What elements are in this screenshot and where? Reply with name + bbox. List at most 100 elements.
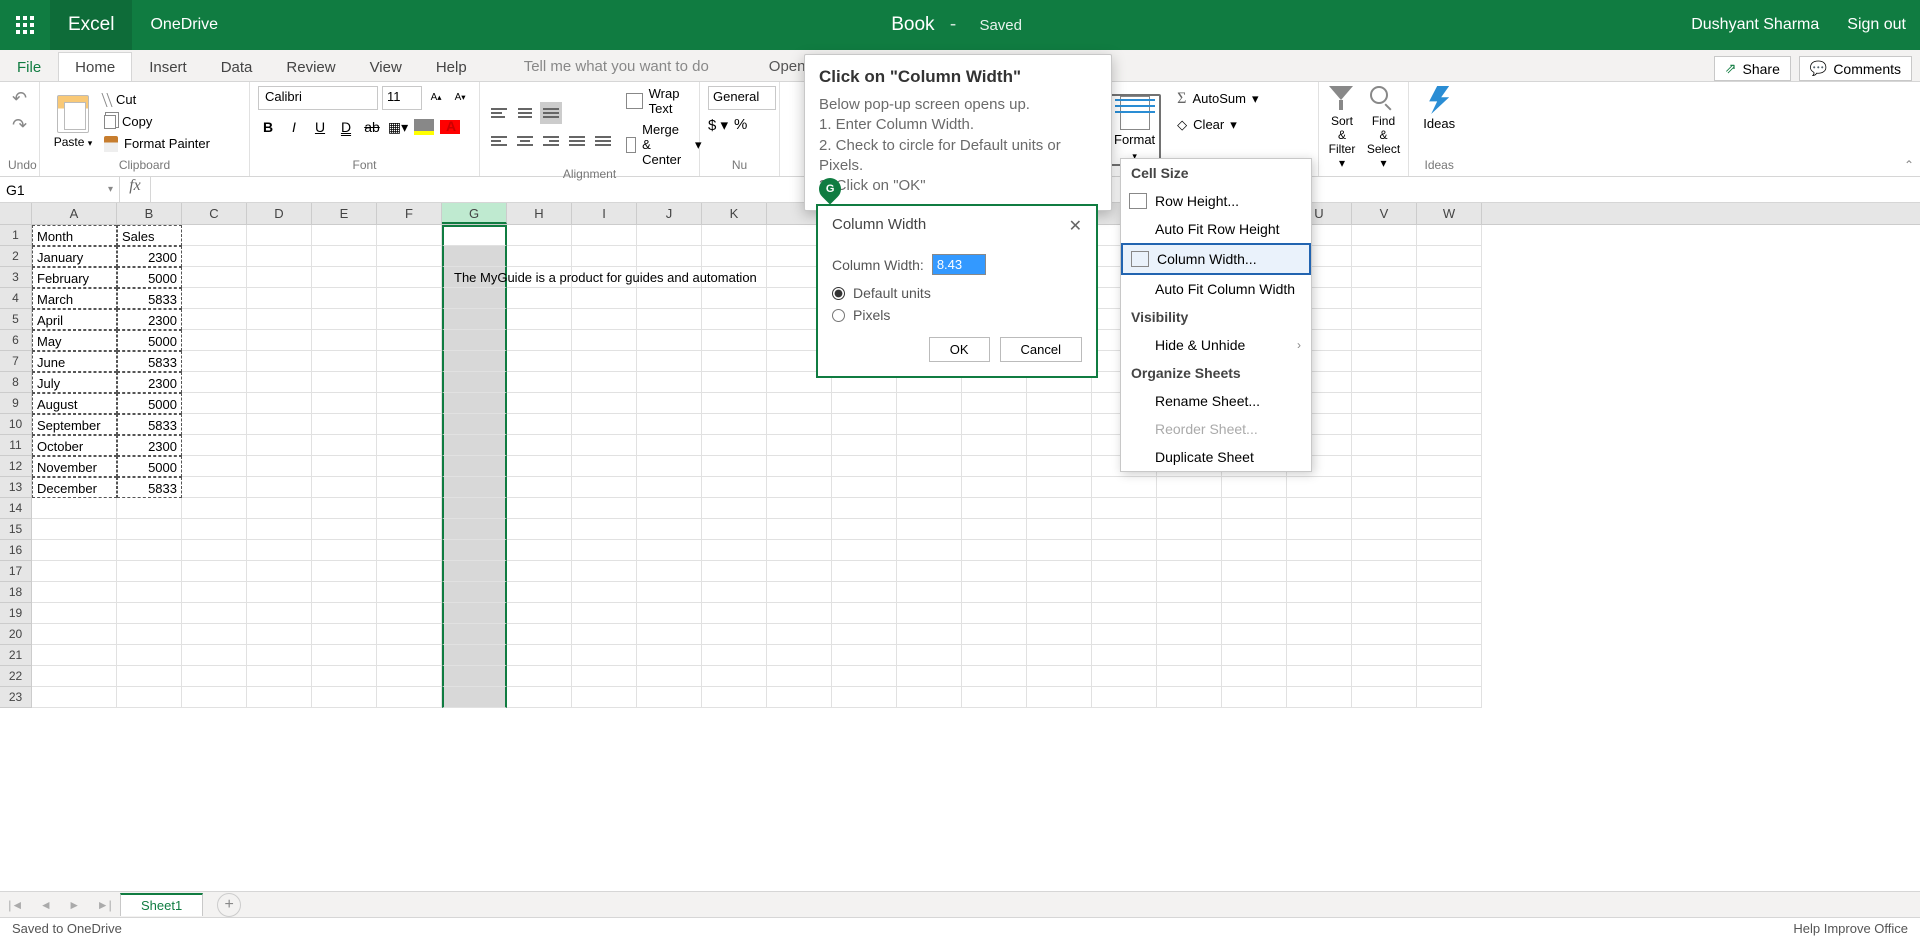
cell[interactable] <box>312 666 377 687</box>
sheet-nav-buttons[interactable]: |◄◄►►| <box>0 898 120 912</box>
cell[interactable] <box>442 393 507 414</box>
cell[interactable] <box>572 498 637 519</box>
cut-button[interactable]: Cut <box>104 89 210 111</box>
cell[interactable] <box>767 561 832 582</box>
cell[interactable] <box>247 477 312 498</box>
cell[interactable] <box>702 477 767 498</box>
cell[interactable] <box>377 393 442 414</box>
cell[interactable] <box>572 372 637 393</box>
menu-duplicate-sheet[interactable]: Duplicate Sheet <box>1121 443 1311 471</box>
cell[interactable] <box>247 393 312 414</box>
cell[interactable] <box>637 288 702 309</box>
cell[interactable] <box>507 288 572 309</box>
cell[interactable] <box>507 477 572 498</box>
cell[interactable] <box>32 666 117 687</box>
cell[interactable] <box>312 498 377 519</box>
tab-view[interactable]: View <box>353 52 419 81</box>
cell[interactable] <box>377 267 442 288</box>
doc-name[interactable]: Book <box>891 14 934 35</box>
cell[interactable]: March <box>32 288 117 309</box>
cell[interactable] <box>1287 624 1352 645</box>
cell[interactable] <box>1352 666 1417 687</box>
cell[interactable] <box>247 624 312 645</box>
cell[interactable] <box>1027 393 1092 414</box>
ideas-button[interactable]: Ideas <box>1417 86 1461 131</box>
cell[interactable] <box>1027 582 1092 603</box>
cell[interactable] <box>117 624 182 645</box>
cell[interactable] <box>962 414 1027 435</box>
cell[interactable]: 5833 <box>117 414 182 435</box>
cell[interactable] <box>1352 645 1417 666</box>
cell[interactable] <box>312 288 377 309</box>
cell[interactable] <box>377 414 442 435</box>
cell[interactable] <box>247 498 312 519</box>
align-middle-button[interactable] <box>514 102 536 124</box>
cell[interactable]: June <box>32 351 117 372</box>
cell[interactable] <box>312 309 377 330</box>
cell[interactable] <box>702 330 767 351</box>
cell[interactable] <box>702 687 767 708</box>
cell[interactable] <box>377 309 442 330</box>
cell[interactable] <box>767 456 832 477</box>
menu-hide-unhide[interactable]: Hide & Unhide› <box>1121 331 1311 359</box>
cell[interactable] <box>1092 561 1157 582</box>
cell[interactable] <box>1352 477 1417 498</box>
cell[interactable] <box>1417 456 1482 477</box>
row-header[interactable]: 4 <box>0 288 32 309</box>
cell[interactable] <box>377 288 442 309</box>
cell[interactable] <box>182 414 247 435</box>
cell[interactable] <box>377 582 442 603</box>
cell[interactable] <box>1157 687 1222 708</box>
cell[interactable] <box>1417 435 1482 456</box>
column-header[interactable]: D <box>247 203 312 224</box>
cell[interactable] <box>832 603 897 624</box>
cell[interactable] <box>312 225 377 246</box>
column-header[interactable]: J <box>637 203 702 224</box>
cell[interactable]: July <box>32 372 117 393</box>
column-header[interactable]: W <box>1417 203 1482 224</box>
cell[interactable] <box>1157 498 1222 519</box>
cell[interactable] <box>1287 582 1352 603</box>
cell[interactable] <box>182 393 247 414</box>
cell[interactable] <box>637 561 702 582</box>
tab-insert[interactable]: Insert <box>132 52 204 81</box>
cell[interactable] <box>1417 624 1482 645</box>
menu-rename-sheet[interactable]: Rename Sheet... <box>1121 387 1311 415</box>
cell[interactable] <box>1222 477 1287 498</box>
cell[interactable] <box>247 456 312 477</box>
cell[interactable] <box>897 540 962 561</box>
cell[interactable] <box>572 603 637 624</box>
cell[interactable] <box>962 519 1027 540</box>
cell[interactable] <box>767 624 832 645</box>
cell[interactable] <box>637 603 702 624</box>
cell[interactable] <box>572 246 637 267</box>
cell[interactable] <box>1287 561 1352 582</box>
cell[interactable] <box>507 435 572 456</box>
cell[interactable] <box>507 603 572 624</box>
cell[interactable] <box>702 582 767 603</box>
cell[interactable] <box>247 519 312 540</box>
cell[interactable] <box>1352 561 1417 582</box>
cell[interactable] <box>962 393 1027 414</box>
cell[interactable] <box>1352 519 1417 540</box>
cell[interactable] <box>832 477 897 498</box>
underline-button[interactable]: U <box>310 116 330 138</box>
cell[interactable] <box>1092 477 1157 498</box>
cell[interactable] <box>637 687 702 708</box>
cell[interactable] <box>1352 456 1417 477</box>
cell[interactable] <box>182 351 247 372</box>
cell[interactable] <box>1027 687 1092 708</box>
cell[interactable] <box>1352 624 1417 645</box>
cell[interactable] <box>1417 666 1482 687</box>
cell[interactable] <box>637 540 702 561</box>
cell[interactable] <box>962 687 1027 708</box>
pixels-radio-input[interactable] <box>832 309 845 322</box>
cell[interactable] <box>247 687 312 708</box>
cell[interactable] <box>442 540 507 561</box>
cell[interactable] <box>32 582 117 603</box>
cell[interactable] <box>1222 540 1287 561</box>
cell[interactable] <box>442 225 507 246</box>
cell[interactable] <box>32 645 117 666</box>
user-name-label[interactable]: Dushyant Sharma <box>1677 16 1833 34</box>
column-header[interactable]: E <box>312 203 377 224</box>
